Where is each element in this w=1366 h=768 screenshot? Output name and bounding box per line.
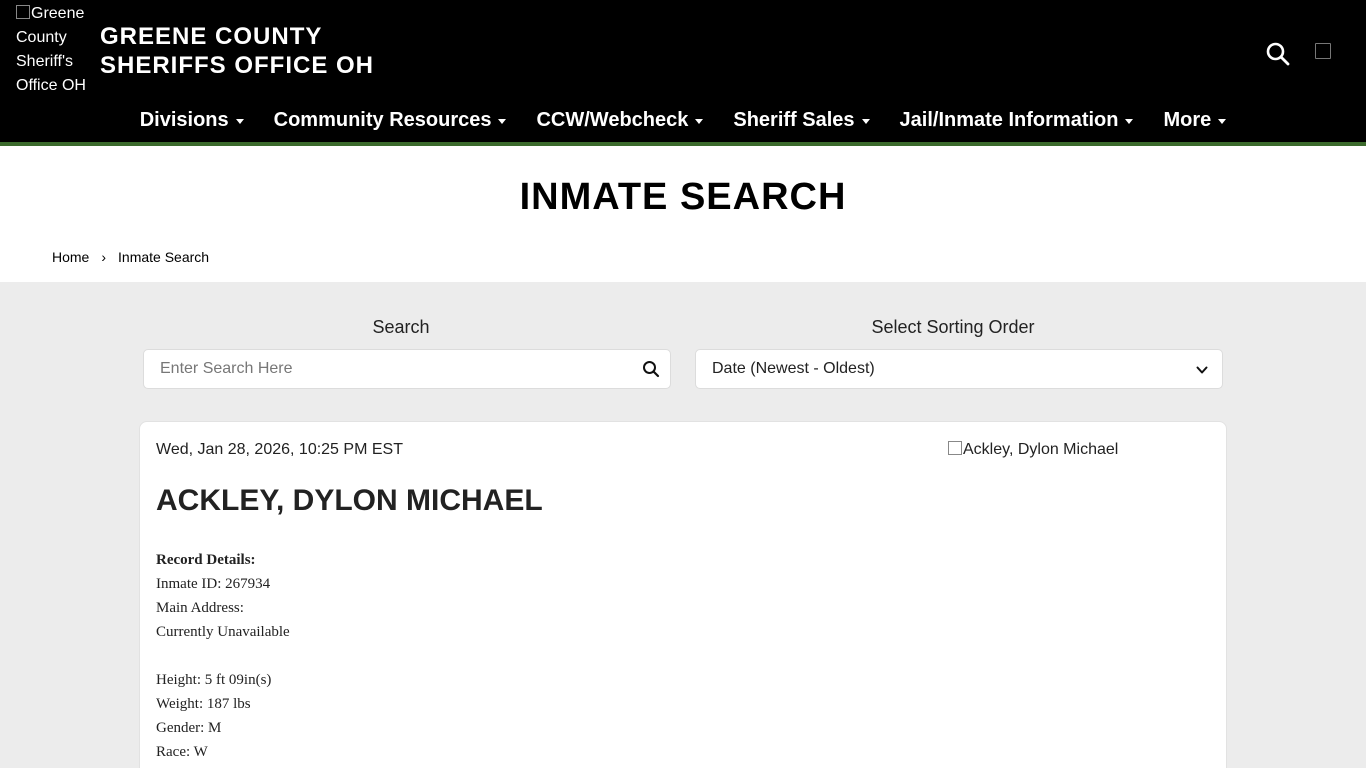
broken-image-icon bbox=[16, 5, 30, 19]
broken-image-icon[interactable] bbox=[1315, 43, 1331, 59]
nav-item-divisions[interactable]: Divisions bbox=[140, 104, 244, 136]
nav-item-more[interactable]: More bbox=[1163, 104, 1227, 136]
page-title: INMATE SEARCH bbox=[519, 176, 847, 218]
search-input[interactable] bbox=[144, 350, 604, 388]
caret-down-icon bbox=[1218, 118, 1227, 124]
breadcrumb-separator: › bbox=[101, 249, 107, 265]
nav-label: More bbox=[1163, 109, 1212, 131]
record-details: Record Details: Inmate ID: 267934 Main A… bbox=[156, 548, 290, 764]
site-logo[interactable]: Greene County Sheriff's Office OH bbox=[16, 2, 92, 98]
caret-down-icon bbox=[235, 118, 244, 124]
nav-item-sheriff-sales[interactable]: Sheriff Sales bbox=[733, 104, 870, 136]
inmate-weight: Weight: 187 lbs bbox=[156, 696, 251, 712]
inmate-race: Race: W bbox=[156, 744, 208, 760]
sort-order-select[interactable]: Date (Newest - Oldest) bbox=[695, 349, 1223, 389]
main-address-value: Currently Unavailable bbox=[156, 624, 290, 640]
nav-item-jail-inmate-information[interactable]: Jail/Inmate Information bbox=[900, 104, 1134, 136]
inmate-photo-alt: Ackley, Dylon Michael bbox=[963, 441, 1119, 458]
breadcrumb-home-link[interactable]: Home bbox=[52, 249, 89, 265]
chevron-down-icon bbox=[1196, 366, 1208, 374]
details-heading: Record Details: bbox=[156, 552, 256, 568]
nav-label: Jail/Inmate Information bbox=[899, 109, 1119, 131]
caret-down-icon bbox=[1125, 118, 1134, 124]
nav-label: Community Resources bbox=[273, 109, 492, 131]
sort-order-value: Date (Newest - Oldest) bbox=[712, 360, 875, 377]
site-title-line1: GREENE COUNTY bbox=[100, 23, 323, 50]
caret-down-icon bbox=[695, 118, 704, 124]
breadcrumb-current: Inmate Search bbox=[118, 249, 210, 265]
search-label: Search bbox=[372, 317, 430, 337]
nav-label: CCW/Webcheck bbox=[536, 109, 689, 131]
breadcrumb: Home › Inmate Search bbox=[52, 249, 209, 265]
main-address-label: Main Address: bbox=[156, 600, 244, 616]
main-nav: Divisions Community Resources CCW/Webche… bbox=[0, 104, 1366, 136]
site-title[interactable]: GREENE COUNTY SHERIFFS OFFICE OH bbox=[100, 22, 374, 80]
caret-down-icon bbox=[498, 118, 507, 124]
nav-item-ccw-webcheck[interactable]: CCW/Webcheck bbox=[536, 104, 704, 136]
inmate-id: Inmate ID: 267934 bbox=[156, 576, 271, 592]
inmate-gender: Gender: M bbox=[156, 720, 222, 736]
search-icon bbox=[1266, 42, 1290, 66]
record-datetime: Wed, Jan 28, 2026, 10:25 PM EST bbox=[156, 441, 403, 458]
inmate-photo: Ackley, Dylon Michael bbox=[948, 441, 1118, 459]
site-header: Greene County Sheriff's Office OH GREENE… bbox=[0, 0, 1366, 146]
inmate-height: Height: 5 ft 09in(s) bbox=[156, 672, 272, 688]
title-area: INMATE SEARCH Home › Inmate Search bbox=[0, 146, 1366, 282]
broken-image-icon bbox=[948, 441, 962, 455]
search-icon[interactable] bbox=[642, 360, 660, 378]
header-search-button[interactable] bbox=[1265, 41, 1291, 67]
search-field bbox=[143, 349, 671, 389]
caret-down-icon bbox=[861, 118, 870, 124]
inmate-record-card[interactable]: Wed, Jan 28, 2026, 10:25 PM EST Ackley, … bbox=[139, 421, 1227, 768]
sort-label: Select Sorting Order bbox=[871, 317, 1035, 337]
inmate-name[interactable]: ACKLEY, DYLON MICHAEL bbox=[156, 484, 543, 518]
site-title-line2: SHERIFFS OFFICE OH bbox=[100, 52, 375, 79]
nav-label: Divisions bbox=[139, 109, 229, 131]
nav-item-community-resources[interactable]: Community Resources bbox=[274, 104, 507, 136]
nav-label: Sheriff Sales bbox=[733, 109, 855, 131]
